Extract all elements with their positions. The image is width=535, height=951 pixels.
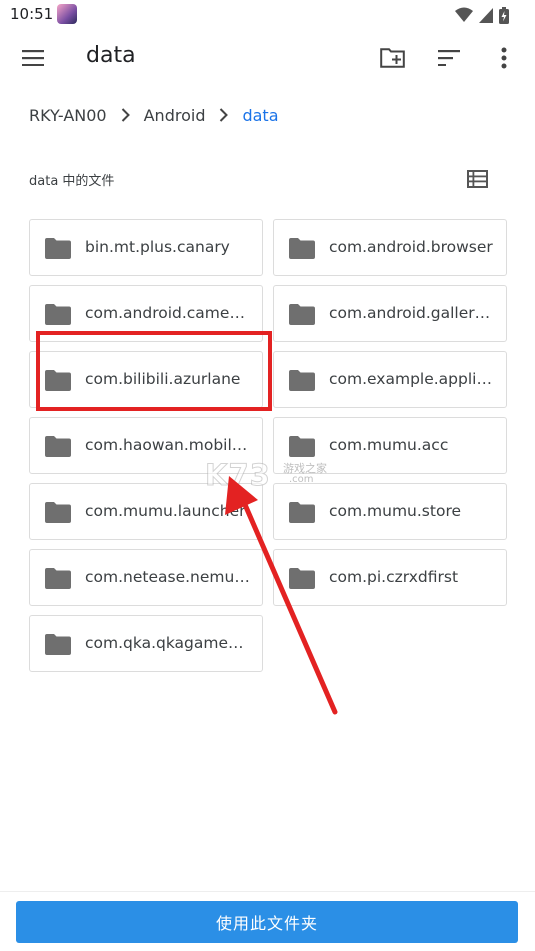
folder-item[interactable]: com.netease.nemu_vinput	[29, 549, 263, 606]
sort-icon	[438, 50, 460, 66]
folder-item[interactable]: com.android.camera2	[29, 285, 263, 342]
folder-name: com.android.gallery3d	[329, 304, 494, 322]
folder-item[interactable]: bin.mt.plus.canary	[29, 219, 263, 276]
folder-item[interactable]: com.android.browser	[273, 219, 507, 276]
folder-icon	[289, 304, 315, 325]
sort-button[interactable]	[429, 38, 469, 78]
file-picker-screen: 10:51 data RKY-AN00 Android data data 中的…	[0, 0, 535, 951]
folder-name: com.android.camera2	[85, 304, 250, 322]
folder-item[interactable]: com.example.application	[273, 351, 507, 408]
folder-name: com.mumu.store	[329, 502, 462, 520]
folder-icon	[289, 370, 315, 391]
folder-icon	[289, 436, 315, 457]
folder-item[interactable]: com.mumu.store	[273, 483, 507, 540]
folder-item[interactable]: com.pi.czrxdfirst	[273, 549, 507, 606]
folder-name: com.mumu.acc	[329, 436, 449, 454]
menu-icon	[22, 50, 44, 66]
folder-icon	[289, 238, 315, 259]
menu-button[interactable]	[13, 38, 53, 78]
folder-icon	[45, 634, 71, 655]
list-view-icon	[466, 170, 488, 188]
breadcrumb-item-device[interactable]: RKY-AN00	[29, 106, 107, 125]
folder-name: com.pi.czrxdfirst	[329, 568, 459, 586]
use-folder-button[interactable]: 使用此文件夹	[16, 901, 518, 943]
folder-name: com.android.browser	[329, 238, 493, 256]
status-bar: 10:51	[0, 0, 535, 30]
folder-grid: bin.mt.plus.canary com.android.browser com…	[29, 219, 507, 672]
folder-icon	[45, 304, 71, 325]
section-title: data 中的文件	[29, 174, 115, 189]
folder-icon	[45, 238, 71, 259]
folder-icon	[45, 370, 71, 391]
new-folder-icon	[379, 48, 405, 68]
folder-name: com.example.application	[329, 370, 494, 388]
breadcrumb-item-android[interactable]: Android	[144, 106, 206, 125]
chevron-right-icon	[205, 108, 242, 122]
breadcrumb: RKY-AN00 Android data	[29, 104, 279, 126]
page-title: data	[86, 43, 136, 68]
bottom-divider	[0, 891, 535, 892]
more-options-button[interactable]	[484, 38, 524, 78]
folder-icon	[45, 502, 71, 523]
folder-name: com.bilibili.azurlane	[85, 370, 241, 388]
folder-item[interactable]: com.haowan.mobile.game	[29, 417, 263, 474]
status-time: 10:51	[10, 5, 54, 23]
folder-item[interactable]: com.mumu.acc	[273, 417, 507, 474]
folder-name: com.mumu.launcher	[85, 502, 246, 520]
folder-item[interactable]: com.qka.qkagamemobile	[29, 615, 263, 672]
view-toggle-button[interactable]	[464, 166, 490, 192]
folder-icon	[289, 568, 315, 589]
folder-item[interactable]: com.mumu.launcher	[29, 483, 263, 540]
app-bar: data	[0, 30, 535, 86]
folder-name: bin.mt.plus.canary	[85, 238, 230, 256]
folder-icon	[45, 568, 71, 589]
folder-icon	[289, 502, 315, 523]
folder-item[interactable]: com.android.gallery3d	[273, 285, 507, 342]
status-icons	[455, 6, 509, 24]
app-avatar-icon	[57, 4, 77, 24]
folder-name: com.netease.nemu_vinput	[85, 568, 250, 586]
folder-name: com.qka.qkagamemobile	[85, 634, 250, 652]
wifi-icon	[455, 7, 473, 22]
folder-name: com.haowan.mobile.game	[85, 436, 250, 454]
folder-item[interactable]: com.bilibili.azurlane	[29, 351, 263, 408]
chevron-right-icon	[107, 108, 144, 122]
folder-icon	[45, 436, 71, 457]
more-vert-icon	[501, 47, 507, 69]
signal-icon	[479, 8, 493, 23]
new-folder-button[interactable]	[372, 38, 412, 78]
battery-icon	[499, 6, 509, 24]
breadcrumb-item-data[interactable]: data	[242, 106, 278, 125]
